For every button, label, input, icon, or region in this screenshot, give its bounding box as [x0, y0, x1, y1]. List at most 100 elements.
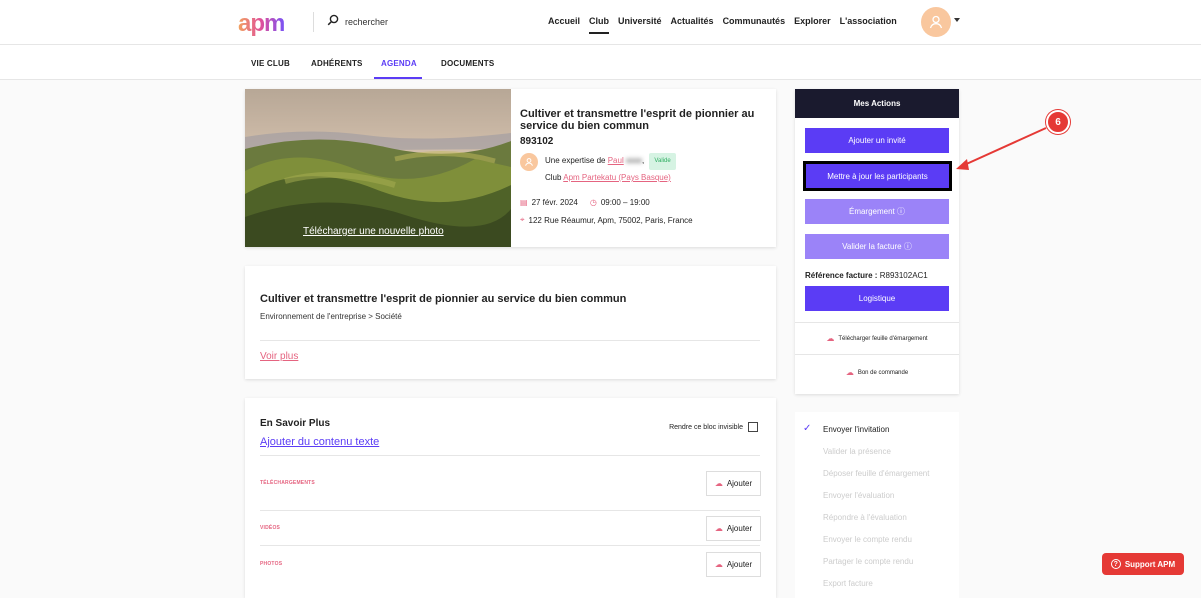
event-steps: ✓ Envoyer l'invitation Valider la présen… [795, 412, 959, 598]
cloud-upload-icon: ☁ [714, 524, 723, 533]
nav-explorer[interactable]: Explorer [794, 16, 831, 34]
active-tab-indicator [374, 77, 422, 79]
learn-more-title: En Savoir Plus [260, 418, 331, 429]
cloud-download-icon: ☁ [826, 334, 835, 343]
expert-avatar [520, 153, 538, 171]
location-pin-icon: ⌖ [520, 215, 525, 224]
event-address: 122 Rue Réaumur, Apm, 75002, Paris, Fran… [528, 215, 693, 225]
divider [795, 322, 959, 323]
step-item: Déposer feuille d'émargement [823, 469, 930, 478]
user-icon [929, 15, 943, 29]
tab-vie-club[interactable]: VIE CLUB [251, 59, 290, 68]
event-expert: Une expertise de Paul xxxx, Valide Club … [520, 153, 676, 185]
avatar[interactable] [921, 7, 951, 37]
step-number-badge: 6 [1046, 110, 1070, 134]
validate-invoice-button[interactable]: Valider la facture ⓘ [805, 234, 949, 259]
step-item: Envoyer le compte rendu [823, 535, 912, 544]
add-button-label: Ajouter [726, 560, 753, 569]
chevron-down-icon[interactable] [954, 18, 960, 22]
nav-club[interactable]: Club [589, 16, 610, 34]
nav-accueil[interactable]: Accueil [548, 16, 580, 34]
apm-logo[interactable]: apm [238, 10, 285, 38]
section-photos-label: PHOTOS [260, 561, 283, 567]
step-item: Export facture [823, 579, 873, 588]
add-video-button[interactable]: ☁ Ajouter [706, 516, 761, 541]
event-datetime: ▤ 27 févr. 2024 ◷ 09:00 – 19:00 [520, 198, 650, 207]
expert-name-link[interactable]: Paul [608, 156, 624, 165]
nav-universite[interactable]: Université [618, 16, 662, 34]
order-form-label: Bon de commande [857, 369, 909, 376]
event-date: 27 févr. 2024 [531, 198, 578, 207]
order-form-link[interactable]: ☁ Bon de commande [795, 368, 959, 377]
actions-title: Mes Actions [795, 89, 959, 118]
search-box[interactable] [327, 13, 465, 31]
check-icon: ✓ [803, 423, 812, 434]
upload-photo-link[interactable]: Télécharger une nouvelle photo [303, 226, 444, 237]
section-videos-label: VIDÉOS [260, 525, 281, 531]
clock-icon: ◷ [589, 198, 597, 207]
event-photo: Télécharger une nouvelle photo [245, 89, 511, 247]
event-title: Cultiver et transmettre l'esprit de pion… [520, 108, 755, 132]
invisible-toggle: Rendre ce bloc invisible [669, 422, 758, 432]
invoice-ref-value: R893102AC1 [879, 271, 928, 280]
invoice-ref-label: Référence facture : [805, 271, 878, 280]
redacted-text: xxxx [623, 156, 642, 165]
support-button[interactable]: ? Support APM [1102, 553, 1184, 575]
event-code: 893102 [520, 136, 554, 147]
divider [260, 340, 760, 341]
update-participants-button[interactable]: Mettre à jour les participants [803, 161, 952, 191]
download-sheet-link[interactable]: ☁ Télécharger feuille d'émargement [795, 334, 959, 343]
search-input[interactable] [345, 17, 465, 27]
support-label: Support APM [1124, 559, 1176, 569]
tab-documents[interactable]: DOCUMENTS [441, 59, 494, 68]
section-downloads-label: TÉLÉCHARGEMENTS [260, 480, 315, 486]
logistics-button[interactable]: Logistique [805, 286, 949, 311]
cloud-upload-icon: ☁ [714, 479, 723, 488]
add-download-button[interactable]: ☁ Ajouter [706, 471, 761, 496]
attendance-button[interactable]: Émargement ⓘ [805, 199, 949, 224]
nav-communautes[interactable]: Communautés [723, 16, 786, 34]
invoice-reference: Référence facture : R893102AC1 [805, 271, 928, 280]
actions-panel: Mes Actions Ajouter un invité Mettre à j… [795, 89, 959, 394]
invisible-checkbox[interactable] [748, 422, 758, 432]
learn-more-card: En Savoir Plus Ajouter du contenu texte … [245, 398, 776, 598]
expertise-prefix: Une expertise de [545, 156, 606, 165]
status-badge: Valide [649, 153, 676, 170]
top-bar: apm Accueil Club Université Actualités C… [0, 0, 1201, 45]
cloud-download-icon: ☁ [845, 368, 854, 377]
club-link[interactable]: Apm Partekatu (Pays Basque) [563, 173, 671, 182]
add-guest-button[interactable]: Ajouter un invité [805, 128, 949, 153]
event-location: ⌖ 122 Rue Réaumur, Apm, 75002, Paris, Fr… [520, 215, 693, 225]
divider [260, 455, 760, 456]
tab-agenda[interactable]: AGENDA [381, 59, 417, 68]
divider [313, 12, 314, 32]
add-button-label: Ajouter [726, 524, 753, 533]
description-card: Cultiver et transmettre l'esprit de pion… [245, 266, 776, 379]
add-button-label: Ajouter [726, 479, 753, 488]
help-icon: ? [1110, 559, 1121, 569]
event-time: 09:00 – 19:00 [600, 198, 650, 207]
nav-actualites[interactable]: Actualités [671, 16, 714, 34]
main-nav: Accueil Club Université Actualités Commu… [548, 16, 897, 34]
nav-association[interactable]: L'association [840, 16, 897, 34]
search-icon [327, 13, 339, 31]
add-photo-button[interactable]: ☁ Ajouter [706, 552, 761, 577]
step-item: Répondre à l'évaluation [823, 513, 907, 522]
sub-nav: VIE CLUB ADHÉRENTS AGENDA DOCUMENTS [0, 45, 1201, 80]
download-sheet-label: Télécharger feuille d'émargement [838, 335, 928, 342]
step-item: Partager le compte rendu [823, 557, 914, 566]
divider [260, 510, 760, 511]
divider [260, 545, 760, 546]
user-icon [525, 158, 533, 166]
see-more-link[interactable]: Voir plus [260, 351, 298, 362]
step-item: Envoyer l'invitation [823, 425, 890, 434]
step-item: Valider la présence [823, 447, 891, 456]
add-text-content-link[interactable]: Ajouter du contenu texte [260, 436, 379, 448]
cloud-upload-icon: ☁ [714, 560, 723, 569]
invisible-label: Rendre ce bloc invisible [669, 423, 743, 431]
divider [795, 354, 959, 355]
calendar-icon: ▤ [520, 198, 528, 207]
description-title: Cultiver et transmettre l'esprit de pion… [260, 293, 627, 305]
tab-adherents[interactable]: ADHÉRENTS [311, 59, 363, 68]
step-item: Envoyer l'évaluation [823, 491, 895, 500]
